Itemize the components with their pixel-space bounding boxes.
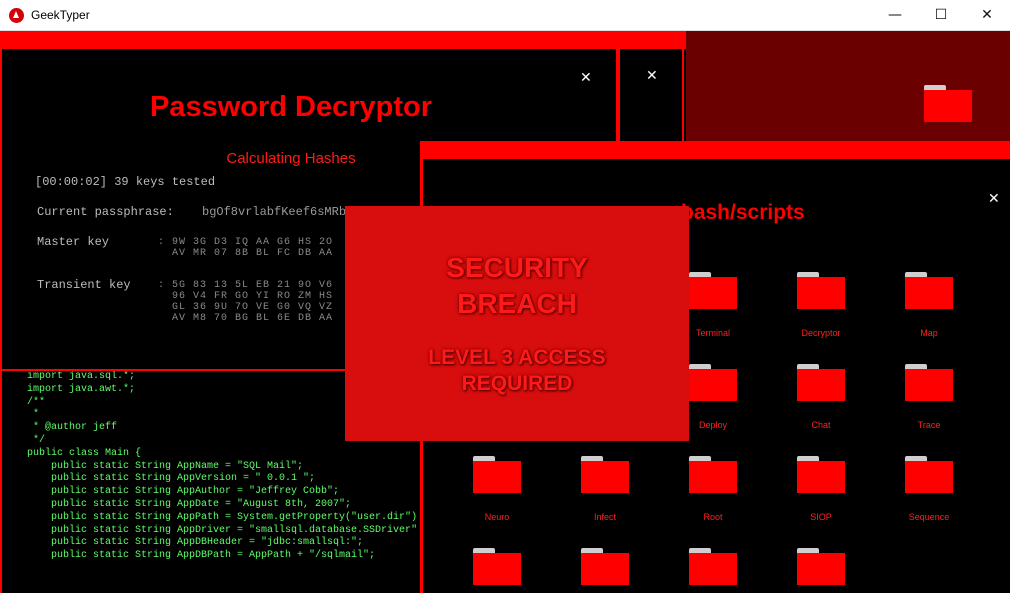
password-window-close-icon[interactable]: ✕: [580, 71, 592, 85]
window-title: GeekTyper: [31, 8, 90, 22]
desktop: ✕ ✕ Password Decryptor Calculating Hashe…: [0, 31, 1010, 593]
keys-tested-status: [00:00:02] 39 keys tested: [35, 175, 216, 189]
minimize-button[interactable]: —: [872, 0, 918, 31]
folder-icon[interactable]: [473, 548, 521, 588]
close-window-button[interactable]: ✕: [964, 0, 1010, 31]
folder-siop-icon[interactable]: [797, 456, 845, 496]
code-line: public static String AppDBHeader = "jdbc…: [27, 537, 364, 549]
passphrase-label: Current passphrase:: [37, 205, 174, 219]
code-line: public static String AppAuthor = "Jeffre…: [27, 486, 340, 498]
title-bar: GeekTyper — ☐ ✕: [0, 0, 1010, 31]
folder-icon[interactable]: [581, 548, 629, 588]
code-line: public static String AppDate = "August 8…: [27, 498, 352, 510]
background-panel: [686, 31, 1010, 141]
folder-icon[interactable]: [924, 85, 972, 125]
folder-infect-icon[interactable]: [581, 456, 629, 496]
breach-line-2: BREACH: [457, 288, 577, 319]
small-window-close-icon[interactable]: ✕: [646, 69, 658, 83]
maximize-button[interactable]: ☐: [918, 0, 964, 31]
folder-decryptor-label[interactable]: Decryptor: [771, 328, 871, 338]
transient-key-row-1: : 5G 83 13 5L EB 21 9O V6: [158, 280, 334, 291]
code-line: public static String AppVersion = " 0.0.…: [27, 473, 316, 485]
passphrase-value: bgOf8vrlabfKeef6sMRb: [202, 205, 347, 219]
master-key-label: Master key: [37, 235, 110, 249]
scripts-window-title: bash/scripts: [681, 201, 805, 224]
transient-key-row-3: GL 36 9U 7O VE G0 VQ VZ: [158, 302, 334, 313]
top-red-bar: [0, 31, 686, 49]
folder-trace-label[interactable]: Trace: [879, 420, 979, 430]
transient-key-label: Transient key: [37, 278, 131, 292]
code-line: public class Main {: [27, 447, 142, 459]
transient-key-row-2: 96 V4 FR GO YI RO ZM HS: [158, 291, 334, 302]
scripts-window-close-icon[interactable]: ✕: [988, 192, 1000, 206]
folder-deploy-icon[interactable]: [689, 364, 737, 404]
code-line: public static String AppDBPath = AppPath…: [27, 550, 376, 562]
master-key-row-1: : 9W 3G D3 IQ AA G6 HS 2O: [158, 237, 334, 248]
folder-neuro-icon[interactable]: [473, 456, 521, 496]
folder-icon[interactable]: [689, 548, 737, 588]
code-line: public static String AppName = "SQL Mail…: [27, 460, 304, 472]
folder-sequence-icon[interactable]: [905, 456, 953, 496]
transient-key-row-4: AV M8 70 BG BL 6E DB AA: [158, 313, 334, 324]
folder-terminal-icon[interactable]: [689, 272, 737, 312]
small-window: ✕: [618, 47, 684, 143]
folder-root-icon[interactable]: [689, 456, 737, 496]
geektyper-logo-icon: [9, 8, 24, 23]
folder-map-icon[interactable]: [905, 272, 953, 312]
folder-root-label[interactable]: Root: [663, 512, 763, 522]
code-line: public static String AppPath = System.ge…: [27, 511, 418, 523]
folder-chat-label[interactable]: Chat: [771, 420, 871, 430]
folder-icon[interactable]: [797, 548, 845, 588]
folder-neuro-label[interactable]: Neuro: [447, 512, 547, 522]
breach-line-3: LEVEL 3 ACCESS: [428, 346, 606, 369]
folder-trace-icon[interactable]: [905, 364, 953, 404]
breach-line-1: SECURITY: [446, 252, 588, 283]
security-breach-popup: SECURITY BREACH LEVEL 3 ACCESS REQUIRED: [345, 206, 689, 441]
folder-map-label[interactable]: Map: [879, 328, 979, 338]
breach-line-4: REQUIRED: [461, 372, 573, 395]
folder-siop-label[interactable]: SIOP: [771, 512, 871, 522]
folder-chat-icon[interactable]: [797, 364, 845, 404]
folder-sequence-label[interactable]: Sequence: [879, 512, 979, 522]
code-line: public static String AppDriver = "smalls…: [27, 524, 418, 536]
password-window-title: Password Decryptor: [149, 91, 433, 123]
master-key-row-2: AV MR 07 8B BL FC DB AA: [158, 248, 334, 259]
folder-decryptor-icon[interactable]: [797, 272, 845, 312]
folder-infect-label[interactable]: Infect: [555, 512, 655, 522]
